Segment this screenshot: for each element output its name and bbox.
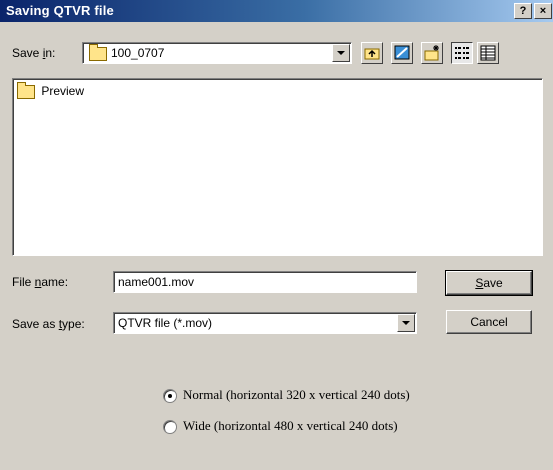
radio-normal[interactable]	[163, 389, 177, 403]
radio-normal-label: Normal (horizontal 320 x vertical 240 do…	[183, 387, 410, 402]
save-button[interactable]: Save	[445, 270, 533, 296]
details-view-icon	[480, 45, 496, 61]
list-item[interactable]: Preview	[17, 81, 84, 99]
save-as-type-label: Save as type:	[12, 317, 85, 331]
window-title: Saving QTVR file	[6, 3, 114, 18]
details-view-button[interactable]	[477, 42, 499, 64]
list-view-icon	[455, 47, 469, 59]
desktop-button[interactable]	[391, 42, 413, 64]
save-in-dropdown[interactable]: 100_0707	[82, 42, 352, 64]
radio-wide-label: Wide (horizontal 480 x vertical 240 dots…	[183, 418, 398, 433]
file-name-label: File name:	[12, 275, 69, 289]
file-list[interactable]: Preview	[12, 78, 543, 256]
help-button[interactable]: ?	[514, 3, 532, 19]
folder-icon	[89, 44, 107, 61]
desktop-icon	[394, 45, 410, 60]
cancel-button[interactable]: Cancel	[446, 310, 532, 334]
up-folder-button[interactable]	[361, 42, 383, 64]
radio-wide[interactable]	[163, 420, 177, 434]
new-folder-icon	[424, 45, 439, 61]
file-name-input[interactable]: name001.mov	[113, 271, 417, 293]
save-in-label: Save in:	[12, 46, 56, 60]
new-folder-button[interactable]	[421, 42, 443, 64]
chevron-down-icon[interactable]	[397, 314, 415, 332]
title-bar: Saving QTVR file ? ×	[0, 0, 553, 22]
up-folder-icon	[364, 48, 380, 60]
folder-icon	[17, 81, 35, 99]
list-view-button[interactable]	[451, 42, 473, 64]
close-button[interactable]: ×	[534, 3, 552, 19]
save-as-type-dropdown[interactable]: QTVR file (*.mov)	[113, 312, 417, 334]
chevron-down-icon[interactable]	[332, 44, 350, 62]
save-in-value: 100_0707	[111, 46, 165, 60]
